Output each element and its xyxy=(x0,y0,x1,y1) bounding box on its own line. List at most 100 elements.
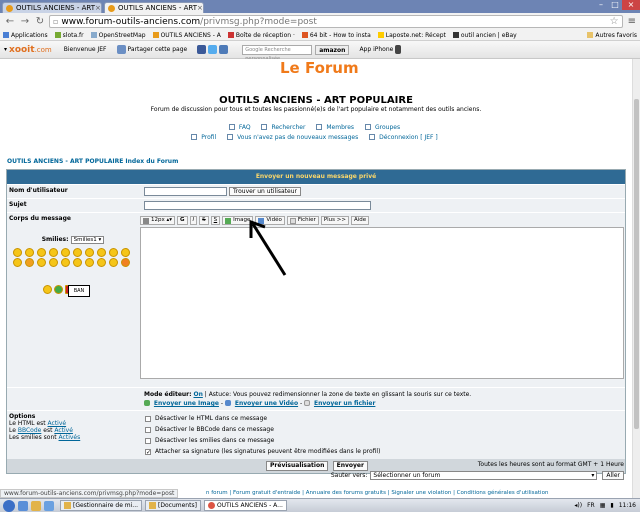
bold-button[interactable]: G xyxy=(177,216,188,225)
smiley-icon[interactable] xyxy=(109,258,118,267)
nav-profile[interactable]: Profil xyxy=(191,134,219,141)
volume-icon[interactable]: ◂)) xyxy=(574,502,582,509)
option-disable-smilies[interactable]: Désactiver les smilies dans ce message xyxy=(145,435,623,446)
smiley-icon[interactable] xyxy=(85,258,94,267)
bookmark-outils[interactable]: OUTILS ANCIENS - A xyxy=(152,32,221,39)
facebook-icon[interactable] xyxy=(197,45,207,54)
twitter-icon[interactable] xyxy=(208,45,218,54)
more-button[interactable]: Plus >> xyxy=(320,216,349,225)
smiley-icon[interactable] xyxy=(43,285,52,294)
desktop-icon[interactable] xyxy=(18,500,28,511)
mode-toggle-link[interactable]: On xyxy=(193,391,202,398)
files-icon[interactable] xyxy=(31,500,41,511)
option-attach-signature[interactable]: ✓ Attacher sa signature (les signatures p… xyxy=(145,446,623,457)
nav-messages[interactable]: Vous n'avez pas de nouveaux messages xyxy=(227,134,361,141)
close-icon[interactable]: × xyxy=(197,4,203,12)
nav-logout[interactable]: Déconnexion [ JEF ] xyxy=(369,134,441,141)
file-button[interactable]: Fichier xyxy=(286,216,319,225)
find-user-button[interactable]: Trouver un utilisateur xyxy=(229,187,301,196)
reload-icon[interactable]: ↻ xyxy=(34,16,46,28)
page-scrollbar[interactable] xyxy=(632,59,640,498)
task-file-manager[interactable]: [Gestionnaire de mi... xyxy=(60,500,143,511)
url-input[interactable]: ▫ www.forum-outils-anciens.com/privmsg.p… xyxy=(49,15,623,28)
send-file-link[interactable]: Envoyer un fichier xyxy=(314,400,375,407)
close-icon[interactable]: × xyxy=(95,4,101,12)
smiley-icon[interactable] xyxy=(61,258,70,267)
send-button[interactable]: Envoyer xyxy=(332,461,368,471)
smilies-select[interactable]: Smilies1 ▾ xyxy=(70,236,105,244)
bbcode-link[interactable]: BBCode xyxy=(18,427,42,434)
smiley-icon[interactable] xyxy=(73,248,82,257)
forward-icon[interactable]: → xyxy=(19,16,31,28)
preview-button[interactable]: Prévisualisation xyxy=(266,461,329,471)
checkbox[interactable] xyxy=(145,426,151,433)
browser-quick-icon[interactable] xyxy=(44,500,54,511)
nav-groups[interactable]: Groupes xyxy=(364,124,403,131)
maximize-icon[interactable]: □ xyxy=(608,0,622,10)
smiley-icon[interactable] xyxy=(97,258,106,267)
strike-button[interactable]: S xyxy=(199,216,209,225)
scrollbar-thumb[interactable] xyxy=(634,99,639,429)
clock[interactable]: 11:16 xyxy=(619,502,636,509)
jump-select[interactable]: Sélectionner un forum ▾ xyxy=(370,471,598,480)
task-documents[interactable]: [Documents] xyxy=(145,500,201,511)
smiley-icon[interactable] xyxy=(49,248,58,257)
bookmark-other[interactable]: Autres favoris xyxy=(587,32,637,39)
xooit-logo[interactable]: xooit.com xyxy=(9,45,52,55)
go-button[interactable]: Aller xyxy=(602,471,624,480)
checkbox[interactable] xyxy=(145,437,151,444)
smiley-icon[interactable] xyxy=(54,285,63,294)
minimize-icon[interactable]: – xyxy=(594,0,608,10)
window-close-icon[interactable]: × xyxy=(622,0,640,10)
language-indicator[interactable]: FR xyxy=(587,502,595,509)
smiley-icon[interactable] xyxy=(97,248,106,257)
battery-icon[interactable]: ▮ xyxy=(610,502,613,509)
font-size-select[interactable]: 12px ▴▾ xyxy=(140,216,176,225)
smiley-icon[interactable] xyxy=(73,258,82,267)
google-search-input[interactable]: Google Recherche personnalisée xyxy=(242,44,313,62)
breadcrumb[interactable]: OUTILS ANCIENS - ART POPULAIRE Index du … xyxy=(7,158,178,165)
username-input[interactable] xyxy=(144,187,227,196)
option-disable-bbcode[interactable]: Désactiver le BBCode dans ce message xyxy=(145,424,623,435)
checkbox[interactable] xyxy=(145,415,151,422)
smiley-icon[interactable] xyxy=(13,248,22,257)
option-disable-html[interactable]: Désactiver le HTML dans ce message xyxy=(145,413,623,424)
back-icon[interactable]: ← xyxy=(4,16,16,28)
smiley-icon[interactable] xyxy=(121,248,130,257)
bookmark-slota[interactable]: slota.fr xyxy=(54,32,84,39)
xooit-dropdown-icon[interactable]: ▾ xyxy=(4,46,7,53)
nav-members[interactable]: Membres xyxy=(316,124,357,131)
bookmark-laposte[interactable]: Laposte.net: Récept xyxy=(377,32,446,39)
iphone-app-button[interactable]: App iPhone xyxy=(359,45,403,54)
smiley-icon[interactable] xyxy=(121,258,130,267)
bookmark-64bit[interactable]: 64 bit - How to insta xyxy=(301,32,371,39)
star-icon[interactable]: ☆ xyxy=(610,16,619,27)
amazon-button[interactable]: amazon xyxy=(315,44,350,55)
browser-tab-active[interactable]: OUTILS ANCIENS - ART × xyxy=(104,2,204,13)
checkbox-checked[interactable]: ✓ xyxy=(145,448,151,455)
subject-input[interactable] xyxy=(144,201,371,210)
smiley-icon[interactable] xyxy=(109,248,118,257)
bookmark-apps[interactable]: Applications xyxy=(3,32,48,39)
start-menu-icon[interactable] xyxy=(3,499,15,512)
smiley-icon[interactable] xyxy=(49,258,58,267)
bookmark-inbox[interactable]: Boîte de réception · xyxy=(227,32,295,39)
network-icon[interactable]: ▦ xyxy=(600,502,606,509)
italic-button[interactable]: I xyxy=(189,216,198,225)
help-button[interactable]: Aide xyxy=(350,216,370,225)
smiley-icon[interactable] xyxy=(37,258,46,267)
forum-logo[interactable]: Le Forum xyxy=(280,59,359,77)
underline-button[interactable]: S xyxy=(210,216,221,225)
smiley-icon[interactable] xyxy=(85,248,94,257)
message-editor[interactable] xyxy=(140,227,624,379)
bookmark-osm[interactable]: OpenStreetMap xyxy=(90,32,146,39)
send-video-link[interactable]: Envoyer une Vidéo xyxy=(235,400,298,407)
send-image-link[interactable]: Envoyer une Image xyxy=(154,400,219,407)
smiley-icon[interactable] xyxy=(13,258,22,267)
bookmark-ebay[interactable]: outil ancien | eBay xyxy=(452,32,517,39)
smiley-icon[interactable] xyxy=(25,258,34,267)
smiley-icon[interactable] xyxy=(37,248,46,257)
nav-faq[interactable]: FAQ xyxy=(228,124,254,131)
mail-icon[interactable] xyxy=(219,45,229,54)
task-browser[interactable]: OUTILS ANCIENS - A... xyxy=(203,500,287,511)
